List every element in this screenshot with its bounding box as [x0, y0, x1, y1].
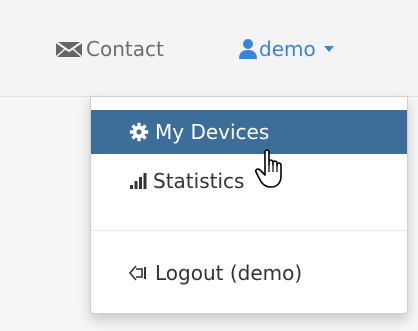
menu-item-statistics[interactable]: Statistics — [91, 159, 407, 203]
top-navbar: Contact demo — [0, 0, 418, 97]
menu-divider — [91, 230, 407, 231]
logout-icon — [127, 263, 149, 283]
chevron-down-icon — [323, 46, 334, 52]
gear-icon — [129, 122, 149, 142]
menu-item-label: Statistics — [153, 169, 245, 193]
menu-item-my-devices[interactable]: My Devices — [91, 110, 407, 154]
user-name-label: demo — [259, 37, 316, 61]
contact-label: Contact — [86, 37, 164, 61]
menu-item-logout[interactable]: Logout (demo) — [91, 251, 407, 295]
menu-item-label: My Devices — [155, 120, 270, 144]
envelope-icon — [54, 39, 84, 59]
user-dropdown-menu: My Devices Statistics Logout (demo) — [90, 96, 408, 314]
signal-bars-icon — [129, 172, 147, 190]
contact-link[interactable]: Contact — [54, 34, 164, 64]
menu-item-label: Logout (demo) — [155, 261, 303, 285]
user-menu-toggle[interactable]: demo — [238, 34, 334, 64]
user-icon — [238, 38, 258, 60]
